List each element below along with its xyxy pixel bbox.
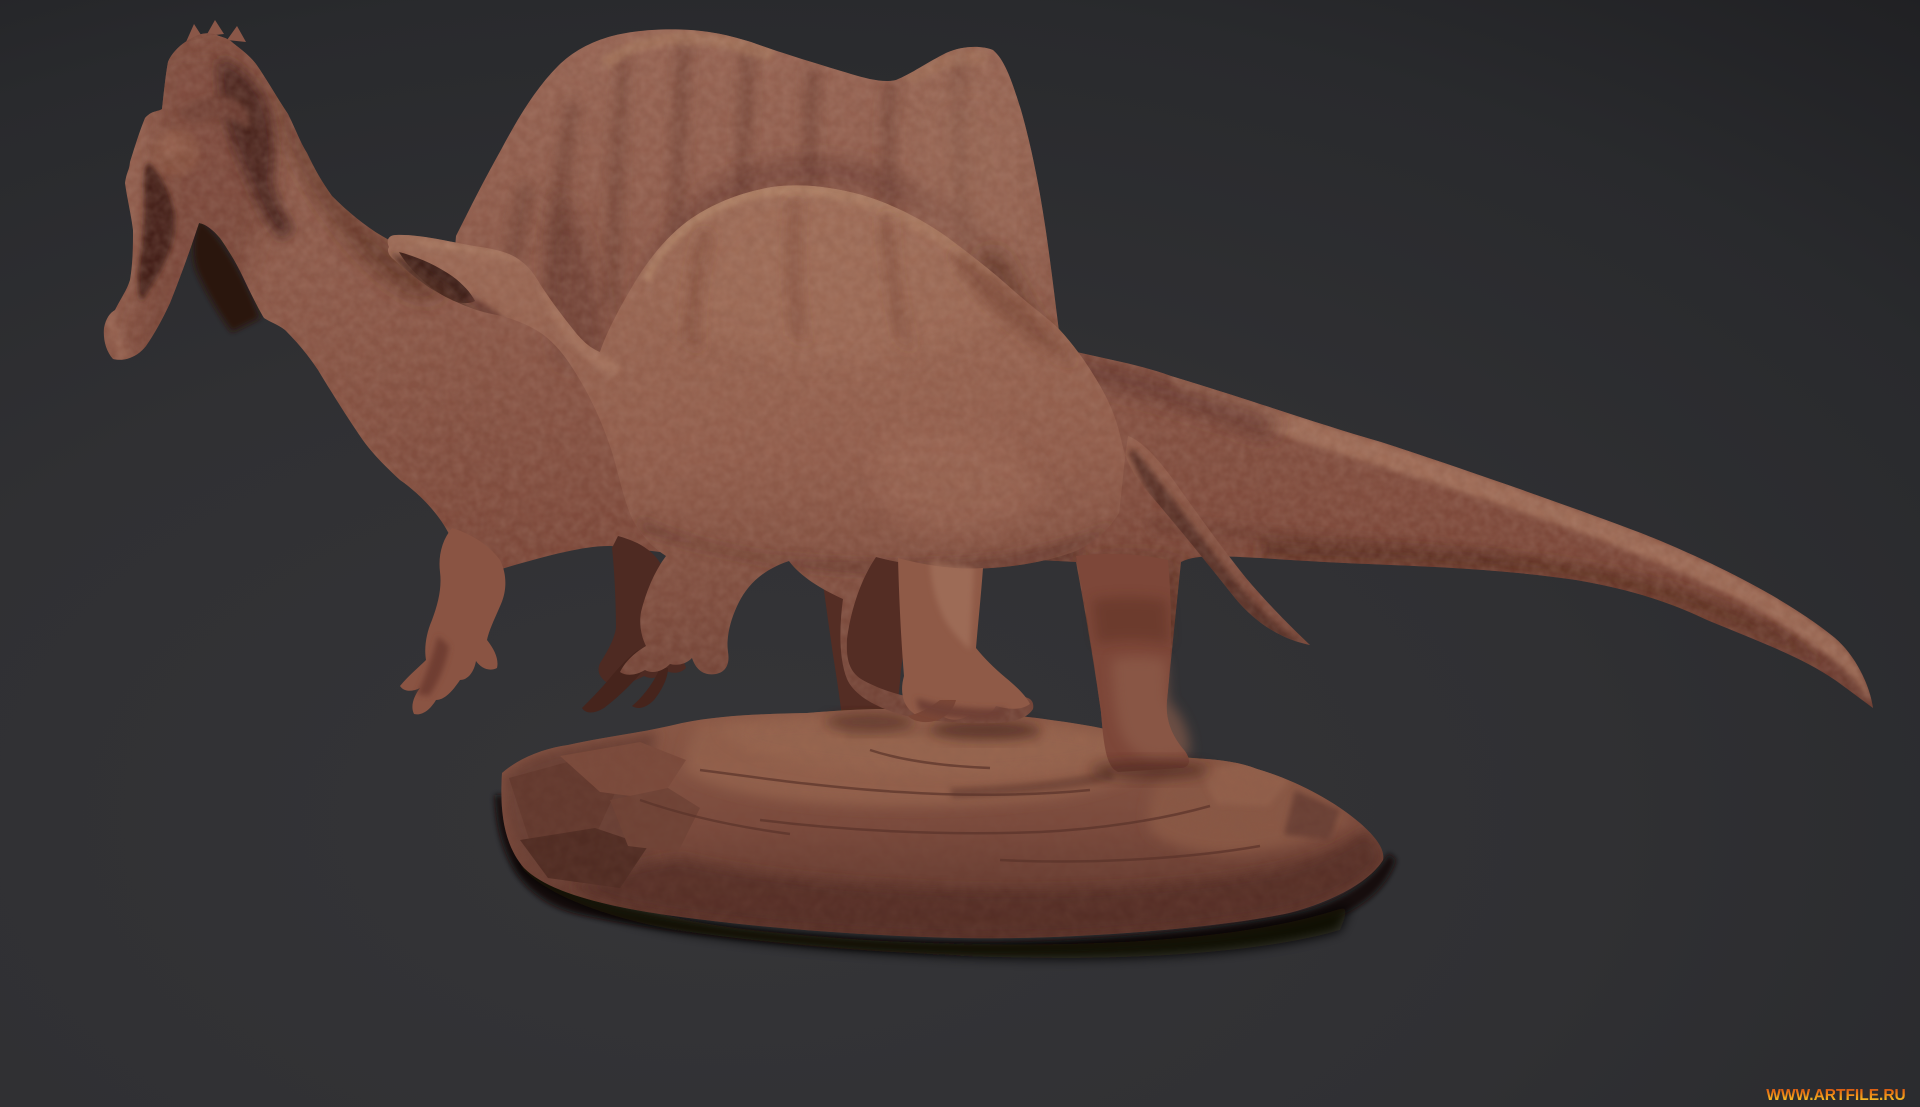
svg-text:WWW.ARTFILE.RU: WWW.ARTFILE.RU	[1766, 1087, 1905, 1104]
